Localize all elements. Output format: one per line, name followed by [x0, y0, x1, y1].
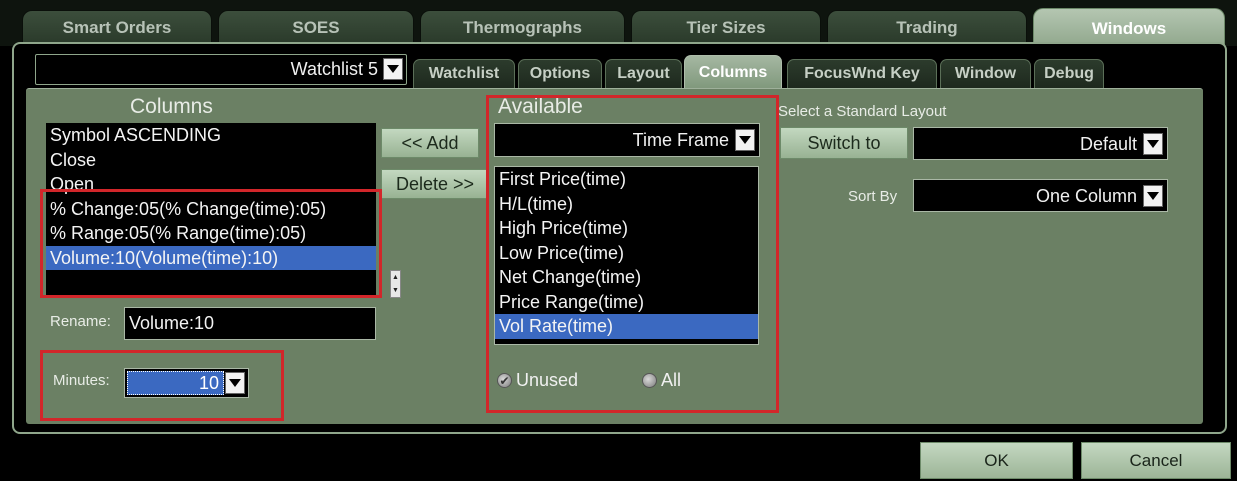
- tab-label: Windows: [1091, 18, 1167, 38]
- add-button[interactable]: << Add: [381, 128, 479, 158]
- subtab-label: Watchlist: [428, 65, 500, 82]
- scroll-down-icon[interactable]: ▼: [391, 284, 400, 297]
- watchlist-value: Watchlist 5: [290, 59, 378, 79]
- radio-icon: [642, 373, 657, 388]
- ok-button[interactable]: OK: [920, 442, 1073, 479]
- tab-label: Tier Sizes: [686, 17, 766, 37]
- minutes-label: Minutes:: [53, 372, 110, 389]
- tab-tier-sizes[interactable]: Tier Sizes: [631, 10, 821, 44]
- chevron-down-icon[interactable]: [735, 129, 755, 151]
- subtab-window[interactable]: Window: [940, 59, 1031, 88]
- chevron-down-icon[interactable]: [225, 372, 245, 394]
- checked-radio-icon: ✔: [497, 373, 512, 388]
- tab-label: Trading: [896, 17, 958, 37]
- standard-layout-value: Default: [1079, 134, 1137, 154]
- subtab-focuswnd-key[interactable]: FocusWnd Key: [787, 59, 937, 88]
- radio-unused[interactable]: ✔ Unused: [497, 370, 578, 391]
- radio-label: All: [661, 370, 682, 390]
- list-item[interactable]: % Range:05(% Range(time):05): [46, 221, 376, 246]
- list-item[interactable]: Net Change(time): [495, 265, 758, 290]
- tab-label: Thermographs: [462, 17, 583, 37]
- list-item[interactable]: High Price(time): [495, 216, 758, 241]
- tab-smart-orders[interactable]: Smart Orders: [22, 10, 212, 44]
- radio-all[interactable]: All: [642, 370, 681, 391]
- sort-by-value: One Column: [1035, 186, 1137, 206]
- subtab-label: FocusWnd Key: [804, 65, 920, 82]
- list-item[interactable]: Low Price(time): [495, 241, 758, 266]
- subtab-label: Window: [954, 65, 1017, 82]
- chevron-down-icon[interactable]: [1143, 185, 1163, 207]
- available-filter-value: Time Frame: [632, 130, 729, 150]
- switch-to-button[interactable]: Switch to: [780, 127, 908, 159]
- scroll-up-icon[interactable]: ▲: [391, 271, 400, 284]
- tab-thermographs[interactable]: Thermographs: [420, 10, 625, 44]
- rename-label: Rename:: [50, 313, 111, 330]
- columns-list[interactable]: Symbol ASCENDING Close Open % Change:05(…: [46, 123, 376, 296]
- subtab-columns[interactable]: Columns: [684, 55, 782, 90]
- tab-trading[interactable]: Trading: [827, 10, 1027, 44]
- sort-by-select[interactable]: One Column: [913, 179, 1168, 212]
- list-item[interactable]: Volume:10(Volume(time):10): [46, 245, 376, 270]
- available-title: Available: [498, 95, 583, 118]
- chevron-down-icon[interactable]: [383, 58, 403, 80]
- minutes-select[interactable]: 10: [124, 368, 249, 398]
- list-item[interactable]: Open: [46, 172, 376, 197]
- columns-scroll[interactable]: ▲ ▼: [390, 270, 401, 298]
- rename-input[interactable]: Volume:10: [124, 307, 376, 340]
- list-item[interactable]: Symbol ASCENDING: [46, 123, 376, 148]
- subtab-layout[interactable]: Layout: [605, 59, 682, 88]
- list-item[interactable]: H/L(time): [495, 192, 758, 217]
- columns-title: Columns: [130, 95, 213, 118]
- standard-layout-select[interactable]: Default: [913, 127, 1168, 160]
- list-item[interactable]: Vol Rate(time): [495, 314, 758, 339]
- subtab-label: Columns: [698, 64, 768, 81]
- chevron-down-icon[interactable]: [1143, 133, 1163, 155]
- list-item[interactable]: Close: [46, 148, 376, 173]
- standard-layout-label: Select a Standard Layout: [778, 103, 947, 120]
- tab-label: SOES: [292, 17, 340, 37]
- radio-label: Unused: [516, 370, 579, 390]
- subtab-label: Debug: [1044, 65, 1094, 82]
- available-list[interactable]: First Price(time) H/L(time) High Price(t…: [494, 166, 759, 345]
- watchlist-select[interactable]: Watchlist 5: [35, 54, 407, 85]
- list-item[interactable]: First Price(time): [495, 167, 758, 192]
- subtab-label: Layout: [617, 65, 670, 82]
- subtab-label: Options: [529, 65, 591, 82]
- list-item[interactable]: % Change:05(% Change(time):05): [46, 197, 376, 222]
- list-item[interactable]: Price Range(time): [495, 290, 758, 315]
- subtab-debug[interactable]: Debug: [1034, 59, 1104, 88]
- top-tab-bar: Smart Orders SOES Thermographs Tier Size…: [0, 0, 1237, 48]
- subtab-watchlist[interactable]: Watchlist: [413, 59, 515, 88]
- subtab-options[interactable]: Options: [518, 59, 602, 88]
- delete-button[interactable]: Delete >>: [381, 169, 489, 199]
- sort-by-label: Sort By: [848, 188, 898, 205]
- minutes-value: 10: [127, 371, 224, 395]
- available-filter-select[interactable]: Time Frame: [494, 123, 760, 157]
- cancel-button[interactable]: Cancel: [1081, 442, 1231, 479]
- tab-label: Smart Orders: [62, 17, 172, 37]
- tab-soes[interactable]: SOES: [218, 10, 414, 44]
